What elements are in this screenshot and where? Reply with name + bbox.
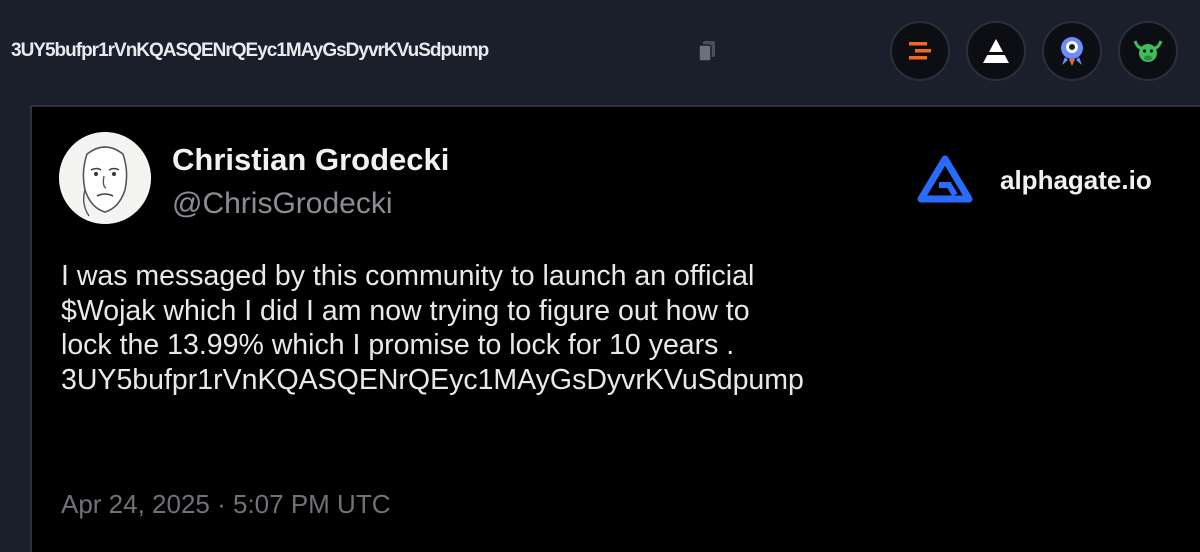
bars-button[interactable]: [890, 21, 950, 81]
brand-name[interactable]: alphagate.io: [1000, 165, 1152, 196]
tweet-timestamp[interactable]: Apr 24, 2025 · 5:07 PM UTC: [61, 489, 390, 520]
tweet-line: I was messaged by this community to laun…: [61, 260, 755, 292]
copy-icon[interactable]: [697, 39, 717, 63]
triangle-logo-button[interactable]: [966, 21, 1026, 81]
contract-address[interactable]: 3UY5bufpr1rVnKQASQENrQEyc1MAyGsDyvrKVuSd…: [11, 40, 489, 62]
tweet-line: 3UY5bufpr1rVnKQASQENrQEyc1MAyGsDyvrKVuSd…: [61, 363, 804, 396]
alphagate-logo-icon: [915, 155, 975, 205]
tweet-card: Christian Grodecki @ChrisGrodecki alphag…: [30, 105, 1200, 552]
page: 3UY5bufpr1rVnKQASQENrQEyc1MAyGsDyvrKVuSd…: [0, 0, 1200, 552]
tweet-text: I was messaged by this community to laun…: [61, 259, 1161, 397]
avatar: [59, 132, 151, 224]
top-bar: 3UY5bufpr1rVnKQASQENrQEyc1MAyGsDyvrKVuSd…: [0, 0, 1200, 100]
author-handle[interactable]: @ChrisGrodecki: [172, 187, 393, 221]
bull-button[interactable]: [1118, 21, 1178, 81]
rocket-mascot-button[interactable]: [1042, 21, 1102, 81]
author-name[interactable]: Christian Grodecki: [172, 142, 449, 178]
tweet-line: $Wojak which I did I am now trying to fi…: [61, 294, 750, 327]
tweet-line: lock the 13.99% which I promise to lock …: [61, 329, 735, 361]
